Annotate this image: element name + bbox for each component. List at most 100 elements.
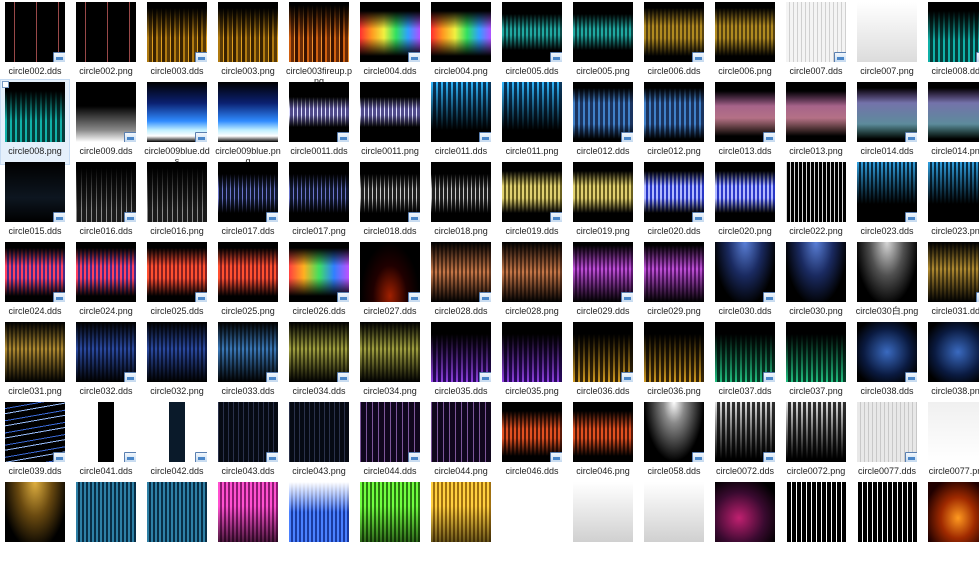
file-item[interactable]: circle042.dds xyxy=(143,400,211,484)
file-item[interactable]: circle030.dds xyxy=(711,240,779,324)
file-item[interactable]: circle0072.png xyxy=(782,400,850,484)
file-item[interactable]: circle046.dds xyxy=(498,400,566,484)
file-item[interactable]: circle0072.dds xyxy=(711,400,779,484)
file-item[interactable]: circle0011.dds xyxy=(285,80,353,164)
file-item[interactable] xyxy=(640,480,708,564)
file-item[interactable] xyxy=(924,480,979,564)
file-item[interactable]: circle016.dds xyxy=(72,160,140,244)
file-item[interactable]: circle027.dds xyxy=(356,240,424,324)
file-item[interactable]: circle013.png xyxy=(782,80,850,164)
file-item[interactable] xyxy=(498,480,566,564)
file-item[interactable]: circle005.png xyxy=(569,0,637,84)
file-item[interactable]: circle017.dds xyxy=(214,160,282,244)
file-item[interactable] xyxy=(569,480,637,564)
file-item[interactable]: circle002.dds xyxy=(1,0,69,84)
file-item[interactable]: circle005.dds xyxy=(498,0,566,84)
file-item[interactable]: circle018.dds xyxy=(356,160,424,244)
file-item[interactable]: circle009blue.png xyxy=(214,80,282,166)
file-item[interactable]: circle020.dds xyxy=(640,160,708,244)
file-item[interactable]: circle043.png xyxy=(285,400,353,484)
file-item[interactable]: circle0011.png xyxy=(356,80,424,164)
file-item[interactable]: circle038.png xyxy=(924,320,979,404)
file-item[interactable]: circle024.dds xyxy=(1,240,69,324)
file-item[interactable]: circle030.png xyxy=(782,240,850,324)
file-item[interactable]: circle044.png xyxy=(427,400,495,484)
file-item[interactable]: circle028.dds xyxy=(427,240,495,324)
file-item[interactable]: circle036.png xyxy=(640,320,708,404)
file-item[interactable]: circle037.dds xyxy=(711,320,779,404)
file-item[interactable]: circle009blue.dds xyxy=(143,80,211,166)
file-item[interactable]: circle008.png xyxy=(0,79,70,165)
file-item[interactable]: circle0077.dds xyxy=(853,400,921,484)
selection-checkbox[interactable] xyxy=(2,81,9,88)
file-item[interactable]: circle008.dds xyxy=(924,0,979,84)
file-item[interactable]: circle041.dds xyxy=(72,400,140,484)
file-item[interactable]: circle002.png xyxy=(72,0,140,84)
file-item[interactable]: circle039.dds xyxy=(1,400,69,484)
file-item[interactable]: circle029.png xyxy=(640,240,708,324)
file-item[interactable]: circle019.dds xyxy=(498,160,566,244)
file-item[interactable]: circle035.dds xyxy=(427,320,495,404)
file-item[interactable]: circle004.png xyxy=(427,0,495,84)
file-item[interactable]: circle025.dds xyxy=(143,240,211,324)
file-item[interactable] xyxy=(214,480,282,564)
file-item[interactable] xyxy=(853,480,921,564)
file-item[interactable]: circle018.png xyxy=(427,160,495,244)
file-item[interactable]: circle007.dds xyxy=(782,0,850,84)
file-item[interactable]: circle0077.png xyxy=(924,400,979,484)
file-item[interactable]: circle014.dds xyxy=(853,80,921,164)
file-item[interactable] xyxy=(143,480,211,564)
file-item[interactable]: circle030白.png xyxy=(853,240,921,324)
file-item[interactable]: circle007.png xyxy=(853,0,921,84)
file-item[interactable] xyxy=(1,480,69,564)
file-item[interactable]: circle003fireup.png xyxy=(285,0,353,86)
file-item[interactable]: circle015.dds xyxy=(1,160,69,244)
file-item[interactable]: circle034.png xyxy=(356,320,424,404)
file-item[interactable]: circle034.dds xyxy=(285,320,353,404)
file-item[interactable]: circle035.png xyxy=(498,320,566,404)
file-item[interactable]: circle028.png xyxy=(498,240,566,324)
file-item[interactable]: circle003.png xyxy=(214,0,282,84)
file-item[interactable]: circle003.dds xyxy=(143,0,211,84)
file-item[interactable] xyxy=(356,480,424,564)
file-item[interactable]: circle025.png xyxy=(214,240,282,324)
file-item[interactable]: circle013.dds xyxy=(711,80,779,164)
file-item[interactable]: circle016.png xyxy=(143,160,211,244)
file-item[interactable]: circle043.dds xyxy=(214,400,282,484)
file-item[interactable]: circle031.dds xyxy=(924,240,979,324)
file-item[interactable] xyxy=(285,480,353,564)
file-item[interactable]: circle004.dds xyxy=(356,0,424,84)
file-item[interactable]: circle033.dds xyxy=(214,320,282,404)
file-item[interactable]: circle006.dds xyxy=(640,0,708,84)
file-item[interactable]: circle038.dds xyxy=(853,320,921,404)
file-item[interactable]: circle032.png xyxy=(143,320,211,404)
file-item[interactable] xyxy=(427,480,495,564)
file-item[interactable]: circle019.png xyxy=(569,160,637,244)
file-item[interactable]: circle009.dds xyxy=(72,80,140,164)
file-item[interactable]: circle046.png xyxy=(569,400,637,484)
file-item[interactable]: circle058.dds xyxy=(640,400,708,484)
file-item[interactable] xyxy=(782,480,850,564)
file-item[interactable]: circle029.dds xyxy=(569,240,637,324)
file-item[interactable]: circle012.dds xyxy=(569,80,637,164)
file-item[interactable]: circle026.dds xyxy=(285,240,353,324)
file-item[interactable]: circle024.png xyxy=(72,240,140,324)
file-item[interactable]: circle037.png xyxy=(782,320,850,404)
file-item[interactable]: circle044.dds xyxy=(356,400,424,484)
file-item[interactable]: circle011.png xyxy=(498,80,566,164)
file-item[interactable] xyxy=(711,480,779,564)
dds-file-type-icon xyxy=(905,452,917,462)
file-item[interactable]: circle022.png xyxy=(782,160,850,244)
file-item[interactable]: circle020.png xyxy=(711,160,779,244)
file-item[interactable]: circle023.png xyxy=(924,160,979,244)
file-item[interactable]: circle023.dds xyxy=(853,160,921,244)
file-item[interactable]: circle017.png xyxy=(285,160,353,244)
file-item[interactable]: circle031.png xyxy=(1,320,69,404)
file-item[interactable]: circle014.png xyxy=(924,80,979,164)
file-item[interactable]: circle011.dds xyxy=(427,80,495,164)
file-item[interactable]: circle032.dds xyxy=(72,320,140,404)
file-item[interactable] xyxy=(72,480,140,564)
file-item[interactable]: circle012.png xyxy=(640,80,708,164)
file-item[interactable]: circle036.dds xyxy=(569,320,637,404)
file-item[interactable]: circle006.png xyxy=(711,0,779,84)
